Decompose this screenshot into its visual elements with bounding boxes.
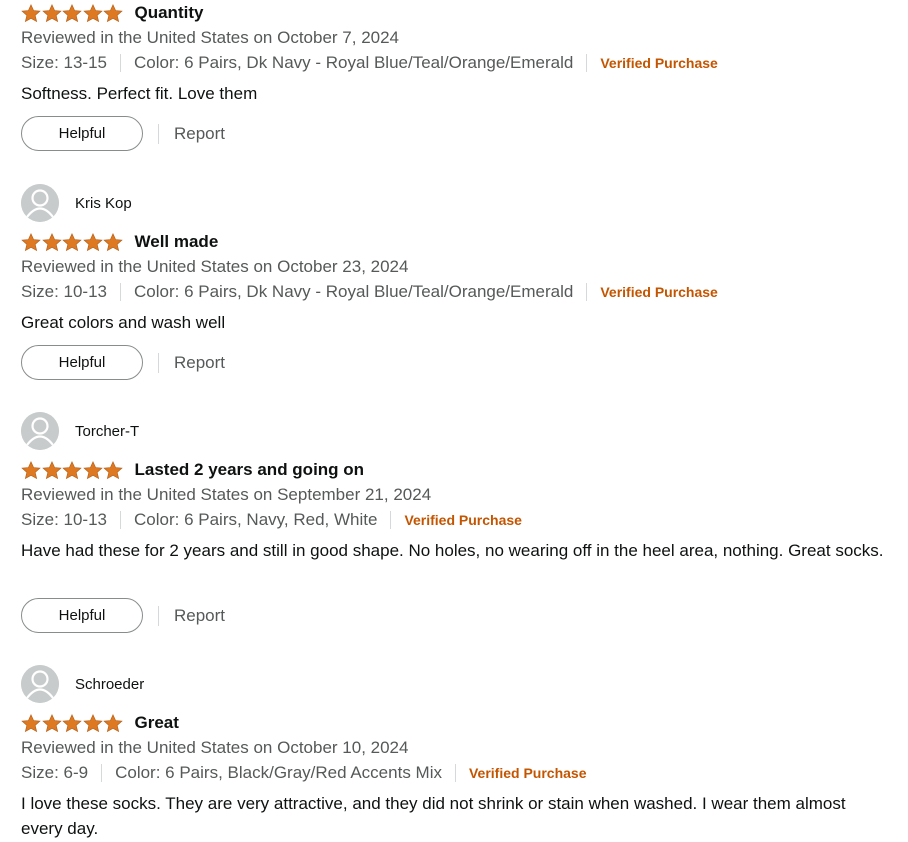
review-title[interactable]: Great: [135, 713, 179, 733]
star-icon: [62, 713, 82, 732]
size-label[interactable]: Size: 10-13: [21, 282, 107, 302]
review-title[interactable]: Well made: [135, 232, 219, 252]
color-label[interactable]: Color: 6 Pairs, Navy, Red, White: [134, 510, 377, 530]
divider: [120, 511, 121, 529]
review-variant-info: Size: 10-13 Color: 6 Pairs, Navy, Red, W…: [21, 510, 522, 530]
star-rating: [21, 460, 124, 480]
star-icon: [62, 3, 82, 22]
author-name[interactable]: Torcher-T: [75, 423, 139, 440]
size-label[interactable]: Size: 6-9: [21, 763, 88, 783]
helpful-button[interactable]: Helpful: [21, 345, 143, 380]
divider: [158, 352, 159, 373]
review-title-row: Quantity: [21, 1, 203, 25]
size-label[interactable]: Size: 10-13: [21, 510, 107, 530]
divider: [101, 764, 103, 782]
star-icon: [62, 460, 82, 479]
star-icon: [41, 3, 62, 22]
report-link[interactable]: Report: [174, 606, 225, 626]
star-icon: [103, 3, 123, 22]
star-icon: [82, 3, 103, 22]
star-icon: [21, 460, 41, 479]
author-name[interactable]: Kris Kop: [75, 195, 132, 212]
review-date: Reviewed in the United States on October…: [21, 257, 409, 276]
review-title[interactable]: Quantity: [135, 3, 204, 23]
star-icon: [82, 460, 103, 479]
star-icon: [103, 232, 123, 251]
divider: [586, 54, 588, 72]
star-icon: [82, 232, 103, 251]
review-author[interactable]: Kris Kop: [21, 184, 132, 222]
review-variant-info: Size: 10-13 Color: 6 Pairs, Dk Navy - Ro…: [21, 282, 718, 302]
verified-purchase-badge: Verified Purchase: [600, 55, 718, 71]
divider: [454, 764, 456, 782]
verified-purchase-badge: Verified Purchase: [468, 765, 587, 781]
star-icon: [21, 713, 41, 732]
review-date: Reviewed in the United States on Septemb…: [21, 485, 432, 504]
divider: [120, 283, 121, 301]
verified-purchase-badge: Verified Purchase: [404, 512, 522, 528]
color-label[interactable]: Color: 6 Pairs, Dk Navy - Royal Blue/Tea…: [134, 53, 573, 73]
size-label[interactable]: Size: 13-15: [21, 53, 107, 73]
review-body: Great colors and wash well: [21, 313, 226, 332]
star-rating: [21, 713, 124, 733]
star-icon: [103, 460, 123, 479]
avatar: [21, 184, 59, 222]
user-silhouette-icon: [21, 665, 59, 703]
star-rating: [21, 232, 124, 252]
star-icon: [82, 713, 103, 732]
divider: [158, 605, 159, 626]
star-icon: [21, 3, 41, 22]
review-actions: Helpful Report: [21, 345, 225, 380]
divider: [120, 54, 121, 72]
star-icon: [62, 232, 82, 251]
review-title[interactable]: Lasted 2 years and going on: [135, 460, 365, 480]
review-author[interactable]: Schroeder: [21, 665, 144, 703]
user-silhouette-icon: [21, 184, 59, 222]
divider: [390, 511, 392, 529]
star-icon: [41, 232, 62, 251]
review-actions: Helpful Report: [21, 116, 225, 151]
helpful-button[interactable]: Helpful: [21, 598, 143, 633]
review-date: Reviewed in the United States on October…: [21, 738, 409, 757]
report-link[interactable]: Report: [174, 353, 225, 373]
review-title-row: Well made: [21, 230, 218, 254]
user-silhouette-icon: [21, 412, 59, 450]
review-body: Have had these for 2 years and still in …: [21, 541, 884, 560]
review-actions: Helpful Report: [21, 598, 225, 633]
review-body: I love these socks. They are very attrac…: [21, 794, 846, 838]
star-icon: [41, 713, 62, 732]
report-link[interactable]: Report: [174, 124, 225, 144]
divider: [586, 283, 588, 301]
review-title-row: Great: [21, 711, 179, 735]
avatar: [21, 665, 59, 703]
review-title-row: Lasted 2 years and going on: [21, 458, 364, 482]
review-author[interactable]: Torcher-T: [21, 412, 139, 450]
review-variant-info: Size: 6-9 Color: 6 Pairs, Black/Gray/Red…: [21, 763, 587, 783]
review-date: Reviewed in the United States on October…: [21, 28, 400, 47]
star-icon: [21, 232, 41, 251]
review-variant-info: Size: 13-15 Color: 6 Pairs, Dk Navy - Ro…: [21, 53, 718, 73]
author-name[interactable]: Schroeder: [75, 676, 144, 693]
divider: [158, 123, 159, 144]
color-label[interactable]: Color: 6 Pairs, Dk Navy - Royal Blue/Tea…: [134, 282, 573, 302]
star-icon: [103, 713, 123, 732]
verified-purchase-badge: Verified Purchase: [600, 284, 718, 300]
star-rating: [21, 3, 124, 23]
color-label[interactable]: Color: 6 Pairs, Black/Gray/Red Accents M…: [115, 763, 442, 783]
helpful-button[interactable]: Helpful: [21, 116, 143, 151]
review-body: Softness. Perfect fit. Love them: [21, 84, 258, 103]
star-icon: [41, 460, 62, 479]
avatar: [21, 412, 59, 450]
